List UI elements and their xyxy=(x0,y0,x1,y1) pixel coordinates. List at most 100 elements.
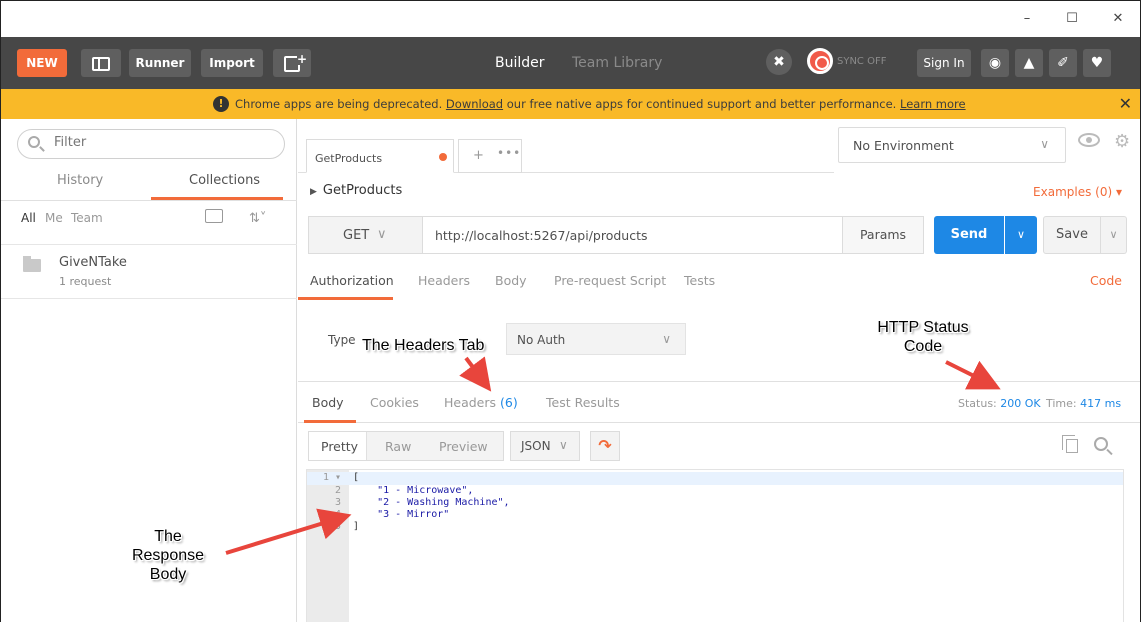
new-window-button[interactable]: + xyxy=(273,49,311,77)
filter-field[interactable] xyxy=(17,129,285,159)
new-button[interactable]: NEW xyxy=(17,49,67,77)
add-tab-group: + ••• xyxy=(458,139,522,173)
format-value: JSON xyxy=(521,439,551,453)
download-link[interactable]: Download xyxy=(446,97,503,111)
interceptor-icon[interactable]: ✖ xyxy=(766,49,792,75)
url-value: http://localhost:5267/api/products xyxy=(435,228,648,243)
sign-in-button[interactable]: Sign In xyxy=(917,49,971,77)
tab-team-library[interactable]: Team Library xyxy=(572,55,662,71)
globe-icon[interactable]: ◉ xyxy=(981,49,1009,77)
response-tabs: Body Cookies Headers (6) Test Results St… xyxy=(298,381,1140,423)
auth-type-label: Type xyxy=(328,333,356,347)
import-button[interactable]: Import xyxy=(201,49,263,77)
tab-test-results[interactable]: Test Results xyxy=(546,395,620,410)
send-options-chevron-icon[interactable]: ∨ xyxy=(1005,216,1037,254)
filter-me[interactable]: Me xyxy=(45,211,63,225)
filter-team[interactable]: Team xyxy=(71,211,103,225)
active-subtab-indicator xyxy=(298,297,393,300)
save-options-chevron-icon[interactable]: ∨ xyxy=(1101,216,1127,254)
response-view-toolbar: Pretty Raw Preview JSON ∨ ↷ xyxy=(298,423,1140,469)
save-button[interactable]: Save xyxy=(1043,216,1101,254)
warning-icon: ! xyxy=(213,96,229,112)
request-name[interactable]: ▶ GetProducts xyxy=(310,183,402,198)
banner-message: Chrome apps are being deprecated. Downlo… xyxy=(235,97,966,111)
filter-input[interactable] xyxy=(54,135,274,150)
search-icon[interactable] xyxy=(1094,437,1108,451)
annotation-response-body: The Response Body xyxy=(131,528,205,583)
copy-icon[interactable] xyxy=(1062,435,1078,453)
params-button[interactable]: Params xyxy=(842,216,924,254)
eye-icon[interactable] xyxy=(1078,133,1100,147)
code-line: "1 - Microwave", xyxy=(353,485,474,496)
send-button[interactable]: Send xyxy=(934,216,1004,254)
sync-icon[interactable] xyxy=(807,48,833,74)
method-label: GET xyxy=(343,228,370,243)
new-collection-icon[interactable] xyxy=(205,209,223,223)
minimize-button[interactable]: – xyxy=(1017,9,1037,29)
tab-body[interactable]: Body xyxy=(495,273,527,288)
add-tab-icon[interactable]: + xyxy=(473,148,484,163)
runner-button[interactable]: Runner xyxy=(129,49,191,77)
collection-name: GiveNTake xyxy=(59,255,127,270)
gear-icon[interactable]: ⚙ xyxy=(1114,131,1130,152)
view-mode-group: Pretty Raw Preview xyxy=(308,431,504,461)
active-line-highlight xyxy=(307,472,1123,485)
collection-filter-row: All Me Team ⇅˅ xyxy=(1,209,297,235)
sort-icon[interactable]: ⇅˅ xyxy=(249,211,266,226)
view-raw[interactable]: Raw xyxy=(385,439,411,454)
view-pretty[interactable]: Pretty xyxy=(321,439,358,454)
tab-pre-request-script[interactable]: Pre-request Script xyxy=(554,273,666,288)
filter-all[interactable]: All xyxy=(21,211,36,225)
title-bar: – ☐ ✕ xyxy=(1,1,1140,37)
tab-collections[interactable]: Collections xyxy=(189,173,260,188)
heart-icon[interactable]: ♥ xyxy=(1083,49,1111,77)
response-body-editor[interactable]: 1 ▾ [ 2 "1 - Microwave", 3 "2 - Washing … xyxy=(306,469,1124,622)
response-time: 417 ms xyxy=(1080,397,1122,410)
format-select[interactable]: JSON ∨ xyxy=(510,431,580,461)
annotation-status-code: HTTP Status Code xyxy=(877,319,969,355)
line-number: 2 xyxy=(334,485,341,496)
chevron-down-icon: ∨ xyxy=(559,438,568,452)
collection-count: 1 request xyxy=(59,275,112,288)
tab-authorization[interactable]: Authorization xyxy=(310,273,394,288)
chevron-down-icon: ∨ xyxy=(662,332,671,346)
wrap-lines-icon[interactable]: ↷ xyxy=(590,431,620,461)
tab-cookies[interactable]: Cookies xyxy=(370,395,419,410)
method-select[interactable]: GET ∨ xyxy=(308,216,422,254)
examples-dropdown[interactable]: Examples (0) ▾ xyxy=(1033,185,1122,199)
view-preview[interactable]: Preview xyxy=(439,439,488,454)
maximize-button[interactable]: ☐ xyxy=(1062,9,1082,29)
tab-tests[interactable]: Tests xyxy=(684,273,715,288)
deprecation-banner: ! Chrome apps are being deprecated. Down… xyxy=(1,89,1140,119)
new-window-icon: + xyxy=(284,52,307,72)
close-window-button[interactable]: ✕ xyxy=(1108,9,1128,29)
line-number: 5 xyxy=(334,521,341,532)
more-tabs-icon[interactable]: ••• xyxy=(497,146,521,160)
bell-icon[interactable]: ▲ xyxy=(1015,49,1043,77)
tab-response-body[interactable]: Body xyxy=(312,395,344,410)
builder-panel: GetProducts + ••• No Environment ∨ ⚙ ▶ Ge… xyxy=(298,119,1140,622)
url-input[interactable]: http://localhost:5267/api/products xyxy=(422,216,842,254)
annotation-headers-tab: The Headers Tab xyxy=(362,337,485,354)
folder-icon xyxy=(23,256,41,272)
close-banner-icon[interactable]: ✕ xyxy=(1119,89,1132,119)
request-tab-label: GetProducts xyxy=(315,152,383,165)
wrench-icon[interactable]: ✐ xyxy=(1049,49,1077,77)
tab-headers[interactable]: Headers xyxy=(418,273,470,288)
time-readout: Time: 417 ms xyxy=(1046,397,1122,410)
toggle-sidebar-button[interactable] xyxy=(81,49,121,77)
status-code: 200 OK xyxy=(1000,397,1041,410)
tab-response-headers[interactable]: Headers (6) xyxy=(444,395,518,410)
status-readout: Status: 200 OK xyxy=(958,397,1041,410)
code-link[interactable]: Code xyxy=(1090,273,1122,288)
learn-more-link[interactable]: Learn more xyxy=(900,97,966,111)
request-tab[interactable]: GetProducts xyxy=(306,139,454,173)
line-number: 3 xyxy=(334,497,341,508)
tab-history[interactable]: History xyxy=(57,173,103,188)
tab-builder[interactable]: Builder xyxy=(495,55,545,71)
environment-select[interactable]: No Environment ∨ xyxy=(838,127,1066,163)
collection-item[interactable]: GiveNTake 1 request xyxy=(1,244,297,299)
app-header: NEW Runner Import + Builder Team Library… xyxy=(1,37,1140,89)
environment-label: No Environment xyxy=(853,138,954,153)
code-line: ] xyxy=(353,521,360,532)
